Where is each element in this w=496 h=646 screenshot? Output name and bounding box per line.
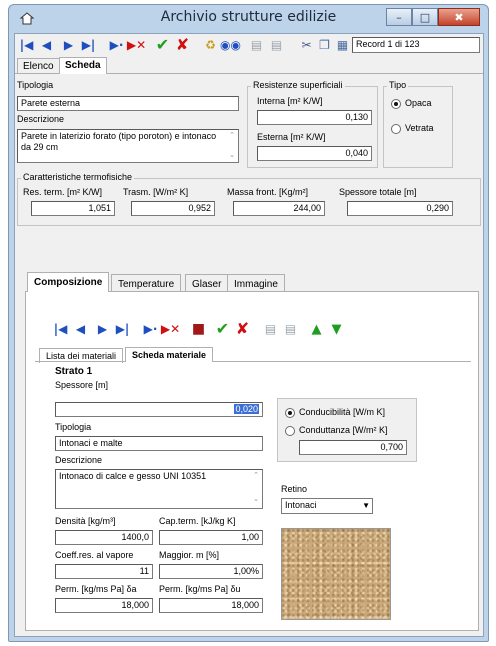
- previous-layer-icon[interactable]: ◀: [71, 320, 90, 338]
- coeff-field[interactable]: 11: [55, 564, 153, 579]
- spessore-value: 0,020: [234, 404, 259, 414]
- title-bar[interactable]: Archivio strutture edilizie – □ ✖: [9, 5, 488, 33]
- confirm-check-icon[interactable]: ✔: [153, 35, 172, 54]
- tipologia-label: Tipologia: [17, 80, 54, 90]
- coeff-label: Coeff.res. al vapore: [55, 550, 134, 560]
- caratteristiche-group-label: Caratteristiche termofisiche: [21, 172, 135, 182]
- caption-buttons: – □ ✖: [386, 8, 480, 28]
- strato-scroll-up-icon[interactable]: ⌃: [251, 471, 261, 479]
- move-down-icon[interactable]: ▼: [327, 320, 346, 338]
- stop-square-icon[interactable]: ■: [189, 320, 208, 338]
- tipologia-field[interactable]: Parete esterna: [17, 96, 239, 111]
- trasm-label: Trasm. [W/m² K]: [123, 187, 189, 197]
- trasm-field[interactable]: 0,952: [131, 201, 215, 216]
- retino-preview-image: [281, 528, 391, 620]
- scroll-down-icon[interactable]: ⌄: [227, 151, 237, 159]
- copy-icon[interactable]: ❐: [315, 36, 334, 54]
- conduttanza-label: Conduttanza [W/m² K]: [299, 425, 388, 435]
- app-window: Archivio strutture edilizie – □ ✖ |◀ ◀ ▶…: [8, 4, 489, 642]
- insert-record-icon[interactable]: ▶·: [107, 36, 126, 54]
- vetrata-label: Vetrata: [405, 123, 434, 133]
- strato-tipologia-field[interactable]: Intonaci e malte: [55, 436, 263, 451]
- esterna-field[interactable]: 0,040: [257, 146, 372, 161]
- spessore-totale-field[interactable]: 0,290: [347, 201, 453, 216]
- next-record-icon[interactable]: ▶: [59, 36, 78, 54]
- interna-label: Interna [m² K/W]: [257, 96, 323, 106]
- close-button[interactable]: ✖: [438, 8, 480, 26]
- move-up-icon[interactable]: ▲: [307, 320, 326, 338]
- cap-term-label: Cap.term. [kJ/kg K]: [159, 516, 236, 526]
- delete-layer-icon[interactable]: ▶✕: [161, 320, 180, 338]
- previous-record-icon[interactable]: ◀: [37, 36, 56, 54]
- search-binoculars-icon[interactable]: ◉◉: [220, 36, 241, 54]
- retino-select[interactable]: Intonaci ▼: [281, 498, 373, 514]
- radio-conduttanza[interactable]: [285, 426, 295, 436]
- record-indicator: Record 1 di 123: [352, 37, 480, 53]
- last-record-icon[interactable]: ▶|: [79, 36, 98, 54]
- layer-confirm-icon[interactable]: ✔: [213, 319, 232, 338]
- resistenze-group-label: Resistenze superficiali: [251, 80, 345, 90]
- strato-scroll-down-icon[interactable]: ⌄: [251, 495, 261, 503]
- cut-icon[interactable]: ✂: [297, 36, 316, 54]
- conducibilita-label: Conducibilità [W/m K]: [299, 407, 386, 417]
- tab-scheda[interactable]: Scheda: [59, 57, 107, 74]
- client-area: |◀ ◀ ▶ ▶| ▶· ▶✕ ✔ ✘ ♻ ◉◉ ▤ ▤ ✂ ❐ ▦ Recor…: [14, 33, 484, 637]
- strato-descrizione-label: Descrizione: [55, 455, 103, 465]
- material-tab-divider: [35, 361, 471, 362]
- maximize-button[interactable]: □: [412, 8, 438, 26]
- res-term-field[interactable]: 1,051: [31, 201, 115, 216]
- perm-a-label: Perm. [kg/ms Pa] δa: [55, 584, 137, 594]
- radio-vetrata[interactable]: [391, 124, 401, 134]
- tab-elenco[interactable]: Elenco: [17, 58, 60, 74]
- descrizione-label: Descrizione: [17, 114, 65, 124]
- insert-layer-icon[interactable]: ▶·: [141, 320, 160, 338]
- cap-term-field[interactable]: 1,00: [159, 530, 263, 545]
- scroll-up-icon[interactable]: ⌃: [227, 131, 237, 139]
- image-save-icon[interactable]: ▤: [247, 36, 266, 54]
- image-load-icon[interactable]: ▤: [267, 36, 286, 54]
- opaca-label: Opaca: [405, 98, 432, 108]
- layer-cancel-icon[interactable]: ✘: [233, 319, 252, 338]
- strato-tipologia-label: Tipologia: [55, 422, 92, 432]
- radio-opaca[interactable]: [391, 99, 401, 109]
- last-layer-icon[interactable]: ▶|: [113, 320, 132, 338]
- spessore-totale-label: Spessore totale [m]: [339, 187, 417, 197]
- retino-value: Intonaci: [285, 500, 317, 510]
- first-layer-icon[interactable]: |◀: [51, 320, 70, 338]
- tab-scheda-materiale[interactable]: Scheda materiale: [125, 347, 214, 362]
- densita-label: Densità [kg/m³]: [55, 516, 116, 526]
- perm-u-label: Perm. [kg/ms Pa] δu: [159, 584, 241, 594]
- massa-field[interactable]: 244,00: [233, 201, 325, 216]
- delete-record-icon[interactable]: ▶✕: [127, 36, 146, 54]
- layer-image-load-icon[interactable]: ▤: [281, 320, 300, 338]
- maggior-field[interactable]: 1,00%: [159, 564, 263, 579]
- spessore-field[interactable]: 0,020: [55, 402, 263, 417]
- conduzione-field[interactable]: 0,700: [299, 440, 407, 455]
- descrizione-field[interactable]: Parete in laterizio forato (tipo poroton…: [17, 129, 239, 163]
- tab-composizione[interactable]: Composizione: [27, 272, 110, 292]
- minimize-button[interactable]: –: [386, 8, 412, 26]
- tipo-group-label: Tipo: [387, 80, 409, 90]
- perm-u-field[interactable]: 18,000: [159, 598, 263, 613]
- layer-image-save-icon[interactable]: ▤: [261, 320, 280, 338]
- interna-field[interactable]: 0,130: [257, 110, 372, 125]
- filter-icon[interactable]: ♻: [201, 36, 220, 54]
- densita-field[interactable]: 1400,0: [55, 530, 153, 545]
- perm-a-field[interactable]: 18,000: [55, 598, 153, 613]
- esterna-label: Esterna [m² K/W]: [257, 132, 326, 142]
- first-record-icon[interactable]: |◀: [17, 36, 36, 54]
- radio-conducibilita[interactable]: [285, 408, 295, 418]
- chevron-down-icon: ▼: [362, 501, 370, 510]
- massa-label: Massa front. [Kg/m²]: [227, 187, 309, 197]
- cancel-x-icon[interactable]: ✘: [173, 35, 192, 54]
- retino-label: Retino: [281, 484, 308, 494]
- strato-descrizione-field[interactable]: Intonaco di calce e gesso UNI 10351: [55, 469, 263, 509]
- maggior-label: Maggior. m [%]: [159, 550, 220, 560]
- strato-title: Strato 1: [55, 366, 93, 377]
- paste-icon[interactable]: ▦: [333, 36, 352, 54]
- spessore-label: Spessore [m]: [55, 380, 109, 390]
- res-term-label: Res. term. [m² K/W]: [23, 187, 103, 197]
- next-layer-icon[interactable]: ▶: [93, 320, 112, 338]
